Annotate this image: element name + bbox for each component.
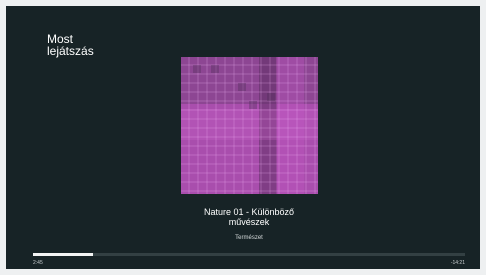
elapsed-time: 2:45 [33, 260, 43, 266]
track-title: Nature 01 - Különböző művészek [203, 207, 295, 227]
page-title: Most lejátszás [47, 32, 94, 58]
remaining-time: -14:21 [450, 260, 465, 266]
playback-progress-fill [33, 253, 94, 256]
now-playing-screen: Most lejátszás Nature 01 - Különböző műv… [6, 6, 480, 269]
playback-progress[interactable] [33, 253, 465, 256]
track-category: Természet [235, 235, 263, 241]
album-art [181, 57, 318, 194]
album-art-graphic [181, 57, 318, 194]
